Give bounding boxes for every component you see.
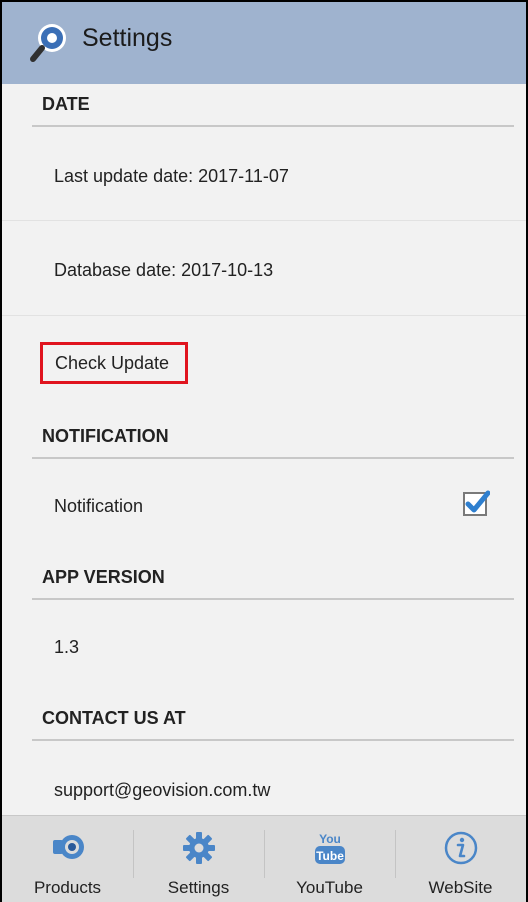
search-magnifier-icon xyxy=(30,24,66,62)
info-icon xyxy=(444,831,477,865)
section-divider xyxy=(32,457,514,459)
notification-label: Notification xyxy=(54,496,144,516)
section-header-app-version: APP VERSION xyxy=(42,567,165,587)
svg-text:You: You xyxy=(319,832,341,846)
row-divider xyxy=(2,220,526,221)
nav-youtube-label: YouTube xyxy=(296,878,363,897)
contact-email[interactable]: support@geovision.com.tw xyxy=(54,780,270,801)
last-update-date: Last update date: 2017-11-07 xyxy=(54,166,289,186)
section-divider xyxy=(32,739,514,741)
bottom-navigation: Products Settings You Tube YouTube WebSi… xyxy=(2,815,526,902)
section-divider xyxy=(32,598,514,600)
gear-icon xyxy=(182,832,215,864)
nav-website[interactable]: WebSite xyxy=(395,816,526,902)
section-header-notification: NOTIFICATION xyxy=(42,426,169,446)
products-camera-icon xyxy=(52,835,84,859)
app-version-value: 1.3 xyxy=(54,637,80,657)
nav-website-label: WebSite xyxy=(428,878,493,897)
notification-checkbox[interactable] xyxy=(462,489,490,517)
section-divider xyxy=(32,125,514,127)
check-update-button[interactable]: Check Update xyxy=(40,342,188,384)
settings-screen: Settings DATE Last update date: 2017-11-… xyxy=(0,0,528,902)
nav-settings[interactable]: Settings xyxy=(133,816,264,902)
page-title: Settings xyxy=(82,24,173,52)
svg-text:Tube: Tube xyxy=(316,849,344,863)
section-header-date: DATE xyxy=(42,94,90,114)
row-divider xyxy=(2,315,526,316)
youtube-logo-icon: You Tube xyxy=(314,832,345,864)
nav-products-label: Products xyxy=(33,878,102,897)
database-date: Database date: 2017-10-13 xyxy=(54,260,274,280)
nav-settings-label: Settings xyxy=(167,878,230,897)
nav-products[interactable]: Products xyxy=(2,816,133,902)
app-bar: Settings xyxy=(2,2,526,84)
nav-youtube[interactable]: You Tube YouTube xyxy=(264,816,395,902)
section-header-contact: CONTACT US AT xyxy=(42,708,186,728)
